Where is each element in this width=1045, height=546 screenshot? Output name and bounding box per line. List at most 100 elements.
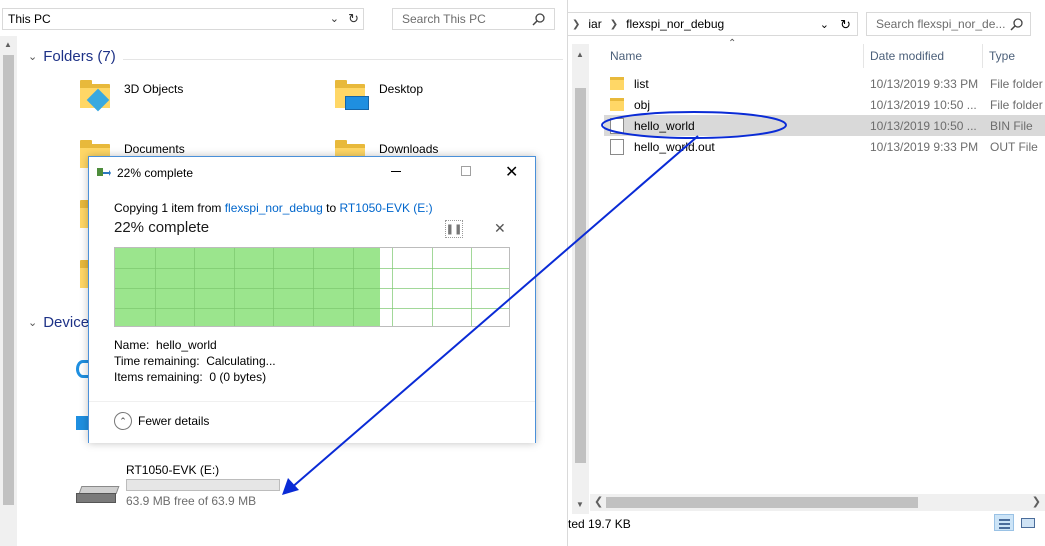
copy-details: Name: hello_world Time remaining: Calcul… xyxy=(114,337,276,385)
pause-icon: ❚❚ xyxy=(445,223,463,235)
folders-group-header[interactable]: ⌄ Folders (7) xyxy=(28,48,563,65)
file-date: 10/13/2019 10:50 ... xyxy=(870,118,977,133)
source-link[interactable]: flexspi_nor_debug xyxy=(225,201,323,215)
copy-icon xyxy=(97,168,111,176)
close-icon[interactable]: ✕ xyxy=(505,162,518,182)
file-name: hello_world xyxy=(634,118,695,133)
search-placeholder: Search flexspi_nor_de... xyxy=(876,17,1006,31)
destination-link[interactable]: RT1050-EVK (E:) xyxy=(339,201,432,215)
horizontal-scrollbar[interactable]: ❮ ❯ xyxy=(590,494,1045,511)
copy-progress-dialog: 22% complete ✕ Copying 1 item from flexs… xyxy=(88,156,536,443)
file-type: File folder xyxy=(990,76,1043,91)
file-type: BIN File xyxy=(990,118,1033,133)
scrollbar-thumb[interactable] xyxy=(575,88,586,463)
scroll-down-icon[interactable]: ▼ xyxy=(576,500,584,509)
large-icons-view-button[interactable] xyxy=(1017,514,1037,531)
column-header-date[interactable]: Date modified xyxy=(870,44,944,68)
refresh-icon[interactable]: ↻ xyxy=(840,17,851,33)
detail-label: Items remaining: xyxy=(114,370,203,384)
drive-rt1050-evk[interactable]: RT1050-EVK (E:) 63.9 MB free of 63.9 MB xyxy=(76,460,376,510)
detail-value: 0 (0 bytes) xyxy=(209,370,267,384)
progress-graph xyxy=(114,247,510,327)
file-row-hello-world-out[interactable]: hello_world.out 10/13/2019 9:33 PM OUT F… xyxy=(604,136,1045,157)
devices-group-header[interactable]: ⌄ Device xyxy=(28,314,89,331)
address-bar[interactable]: ❯ iar ❯ flexspi_nor_debug ⌄ ↻ xyxy=(568,12,858,36)
dialog-footer: ⌃ Fewer details xyxy=(89,401,535,443)
desktop-folder-icon xyxy=(335,80,369,110)
file-row-obj[interactable]: obj 10/13/2019 10:50 ... File folder xyxy=(604,94,1045,115)
drive-usage-bar xyxy=(126,479,280,491)
scroll-up-icon[interactable]: ▲ xyxy=(4,40,12,49)
file-icon xyxy=(610,138,624,155)
maximize-icon[interactable] xyxy=(461,166,471,176)
nav-pane-scrollbar[interactable]: ▲ ▼ xyxy=(572,44,589,514)
breadcrumb-chevron-icon[interactable]: ❯ xyxy=(572,19,580,30)
search-input[interactable]: Search This PC xyxy=(392,8,555,30)
dialog-titlebar[interactable]: 22% complete ✕ xyxy=(89,157,535,188)
column-divider[interactable] xyxy=(863,44,864,68)
search-icon[interactable] xyxy=(1010,17,1024,31)
pause-button[interactable]: ❚❚ xyxy=(445,220,463,238)
progress-grid xyxy=(115,248,509,326)
folder-label: Desktop xyxy=(379,82,424,96)
percent-complete: 22% complete xyxy=(114,219,210,236)
cancel-copy-icon[interactable]: ✕ xyxy=(494,220,506,237)
chevron-down-icon[interactable]: ⌄ xyxy=(820,18,829,31)
status-bar: ted 19.7 KB xyxy=(568,514,1045,534)
file-row-list[interactable]: list 10/13/2019 9:33 PM File folder xyxy=(604,73,1045,94)
copying-to: to xyxy=(322,201,340,215)
detail-name-row: Name: hello_world xyxy=(114,337,276,353)
vertical-scrollbar[interactable]: ▲ xyxy=(0,36,17,546)
file-type: OUT File xyxy=(990,139,1038,154)
drive-free-space: 63.9 MB free of 63.9 MB xyxy=(126,494,257,508)
chevron-down-icon[interactable]: ⌄ xyxy=(330,12,339,25)
details-view-button[interactable] xyxy=(994,514,1014,531)
address-text: This PC xyxy=(8,12,51,26)
file-name: list xyxy=(634,76,649,91)
breadcrumb-flexspi-nor-debug[interactable]: flexspi_nor_debug xyxy=(626,17,724,31)
divider xyxy=(123,59,563,60)
search-input[interactable]: Search flexspi_nor_de... xyxy=(866,12,1031,36)
dialog-title: 22% complete xyxy=(117,166,194,180)
scrollbar-thumb[interactable] xyxy=(3,55,14,505)
detail-value: hello_world xyxy=(156,338,217,352)
address-bar[interactable]: This PC ⌄ ↻ xyxy=(2,8,364,30)
detail-label: Name: xyxy=(114,338,150,352)
fewer-details-button[interactable]: ⌃ Fewer details xyxy=(114,412,209,430)
file-icon xyxy=(610,117,624,134)
collapse-caret-icon[interactable]: ⌄ xyxy=(28,316,37,329)
3d-objects-folder-icon xyxy=(80,80,114,112)
breadcrumb-chevron-icon[interactable]: ❯ xyxy=(610,19,618,30)
collapse-caret-icon[interactable]: ⌄ xyxy=(28,50,37,63)
column-header-name[interactable]: Name xyxy=(610,44,642,68)
minimize-icon[interactable] xyxy=(391,171,401,172)
scroll-right-icon[interactable]: ❯ xyxy=(1032,495,1041,508)
scroll-up-icon[interactable]: ▲ xyxy=(576,50,584,59)
sort-ascending-icon: ⌃ xyxy=(728,38,737,49)
flexspi-nor-debug-window: ❯ iar ❯ flexspi_nor_debug ⌄ ↻ Search fle… xyxy=(568,0,1045,546)
column-name-label: Name xyxy=(610,49,643,63)
column-divider[interactable] xyxy=(982,44,983,68)
scroll-left-icon[interactable]: ❮ xyxy=(594,495,603,508)
breadcrumb-iar[interactable]: iar xyxy=(588,17,601,31)
file-date: 10/13/2019 9:33 PM xyxy=(870,139,979,154)
detail-time-row: Time remaining: Calculating... xyxy=(114,353,276,369)
scrollbar-thumb[interactable] xyxy=(606,497,918,508)
column-header-type[interactable]: Type xyxy=(989,44,1015,68)
drive-icon xyxy=(76,486,120,504)
folder-desktop[interactable]: Desktop xyxy=(335,80,424,110)
fewer-details-label: Fewer details xyxy=(138,414,210,428)
file-name: obj xyxy=(634,97,651,112)
file-date: 10/13/2019 9:33 PM xyxy=(870,76,979,91)
refresh-icon[interactable]: ↻ xyxy=(348,11,359,27)
file-row-hello-world[interactable]: hello_world 10/13/2019 10:50 ... BIN Fil… xyxy=(604,115,1045,136)
devices-header-label: Device xyxy=(43,314,90,331)
search-icon[interactable] xyxy=(532,12,546,26)
folder-3d-objects[interactable]: 3D Objects xyxy=(80,80,184,112)
folder-icon xyxy=(610,77,624,90)
detail-value: Calculating... xyxy=(206,354,276,368)
drive-name: RT1050-EVK (E:) xyxy=(126,463,220,477)
copying-prefix: Copying 1 item from xyxy=(114,201,225,215)
file-type: File folder xyxy=(990,97,1043,112)
folder-label: 3D Objects xyxy=(124,82,184,96)
